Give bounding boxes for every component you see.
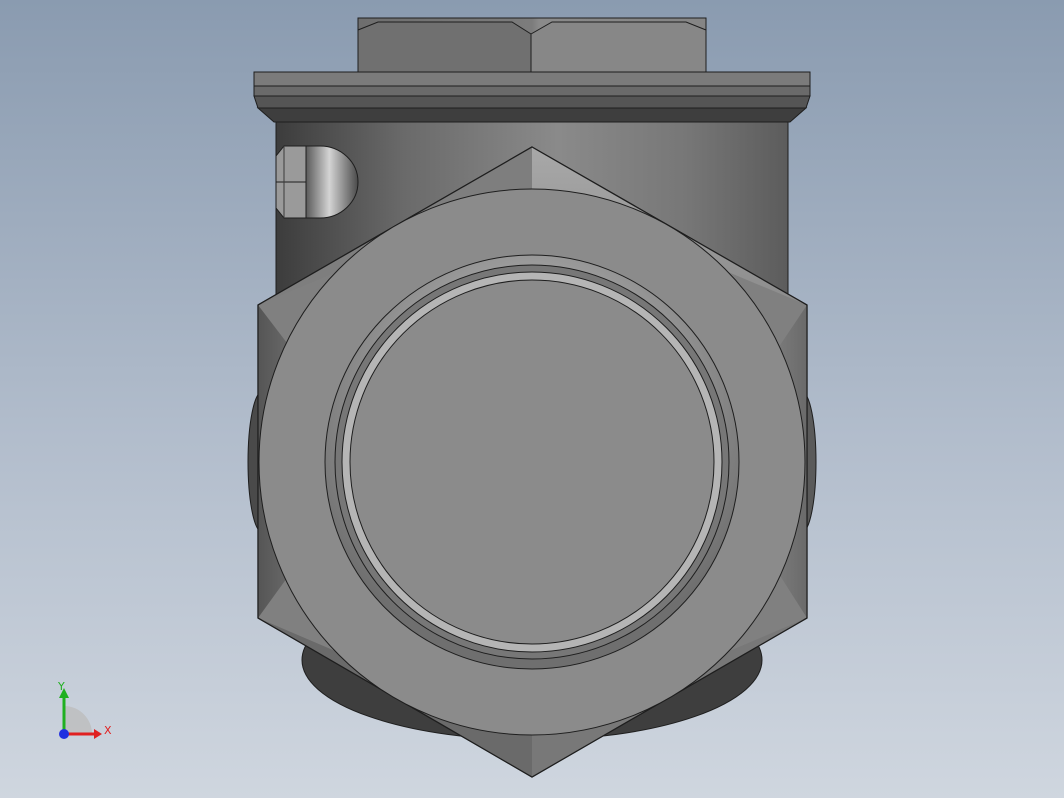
valve-3d-model[interactable] (0, 0, 1064, 798)
y-axis-label: Y (57, 680, 65, 693)
z-axis-dot (59, 729, 69, 739)
coordinate-triad: Y X (57, 680, 112, 739)
graphics-viewport[interactable]: Y X (0, 0, 1064, 798)
cap-hex-nut[interactable] (357, 17, 707, 77)
connector-face[interactable] (258, 188, 806, 736)
x-axis-label: X (104, 724, 112, 737)
bonnet-flange[interactable] (253, 71, 811, 123)
side-plug-bolt[interactable] (275, 145, 359, 219)
